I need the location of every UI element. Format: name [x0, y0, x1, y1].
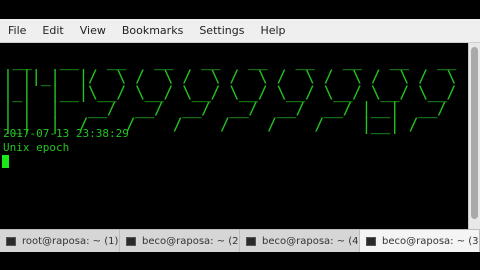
menu-file[interactable]: File: [0, 19, 34, 43]
menu-bar: File Edit View Bookmarks Settings Help: [0, 19, 480, 43]
bottom-bar: [0, 252, 480, 270]
tab-bar: root@raposa: ~ (1) beco@raposa: ~ (2) be…: [0, 229, 480, 252]
epoch-output: Unix epoch: [3, 141, 70, 154]
menu-settings[interactable]: Settings: [191, 19, 252, 43]
title-bar: [0, 0, 480, 19]
date-output: 2017-07-13 23:38:29: [3, 127, 129, 140]
menu-edit[interactable]: Edit: [34, 19, 71, 43]
text-cursor: [2, 155, 9, 168]
terminal-icon: [126, 236, 136, 246]
menu-help[interactable]: Help: [252, 19, 293, 43]
tab-root-1[interactable]: root@raposa: ~ (1): [0, 230, 120, 252]
scrollbar-thumb[interactable]: [471, 47, 478, 219]
tab-label: beco@raposa: ~ (3): [382, 235, 479, 247]
terminal-output[interactable]: __ __ __ __ __ __ __ __ __ __ | ||_| |/ …: [0, 43, 468, 229]
vertical-scrollbar[interactable]: [468, 43, 480, 229]
tab-label: root@raposa: ~ (1): [22, 235, 119, 247]
tab-beco-4[interactable]: beco@raposa: ~ (4): [240, 230, 360, 252]
terminal-icon: [6, 236, 16, 246]
tab-beco-3[interactable]: beco@raposa: ~ (3): [360, 230, 480, 252]
tab-beco-2[interactable]: beco@raposa: ~ (2): [120, 230, 240, 252]
menu-bookmarks[interactable]: Bookmarks: [114, 19, 191, 43]
menu-view[interactable]: View: [72, 19, 114, 43]
ascii-art-banner: __ __ __ __ __ __ __ __ __ __ | ||_| |/ …: [3, 52, 465, 133]
terminal-icon: [366, 236, 376, 246]
terminal-window: File Edit View Bookmarks Settings Help _…: [0, 0, 480, 270]
terminal-icon: [246, 236, 256, 246]
tab-label: beco@raposa: ~ (2): [142, 235, 239, 247]
tab-label: beco@raposa: ~ (4): [262, 235, 359, 247]
